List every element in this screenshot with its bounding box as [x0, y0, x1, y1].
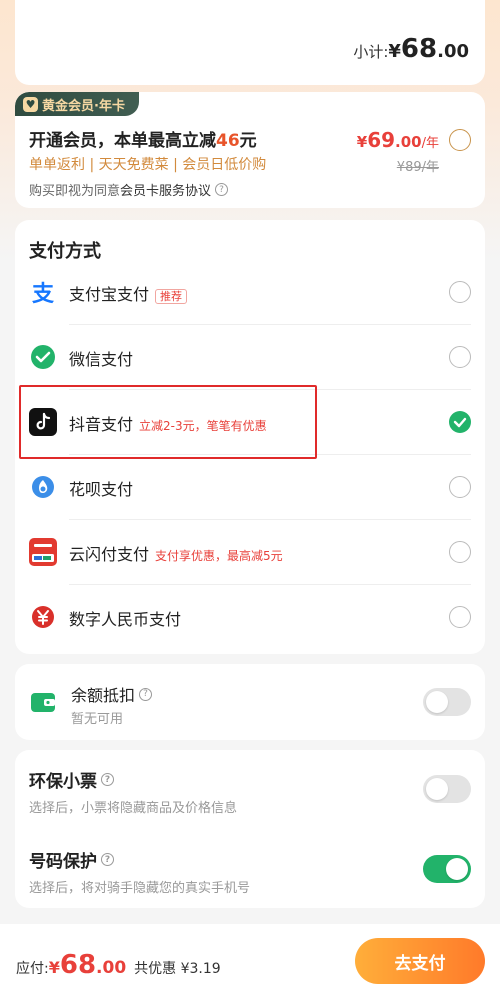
payment-option-digital-rmb[interactable]: 数字人民币支付: [15, 585, 485, 650]
agreement-prefix: 购买即视为同意: [29, 184, 121, 199]
payment-option-label: 花呗支付: [69, 476, 133, 500]
douyin-pay-label: 抖音支付: [69, 415, 134, 434]
membership-tag-label: 黄金会员·年卡: [42, 98, 125, 114]
wechat-pay-icon: [29, 343, 57, 371]
huabei-icon: [29, 473, 57, 501]
agreement-link[interactable]: 会员卡服务协议: [120, 180, 211, 199]
balance-title-row: 余额抵扣 ?: [71, 682, 153, 706]
pay-button[interactable]: 去支付: [355, 938, 485, 984]
membership-price: ¥ 69 .00 /年: [357, 128, 439, 152]
wallet-icon: [29, 688, 57, 716]
total-discount: 共优惠 ¥3.19: [134, 961, 221, 977]
number-protect-toggle[interactable]: [423, 855, 471, 883]
unionpay-quickpass-icon: [29, 538, 57, 566]
amount-due-currency: ¥: [48, 958, 60, 977]
heart-icon: ♥: [23, 96, 38, 112]
toggle-knob: [446, 858, 468, 880]
question-icon[interactable]: ?: [139, 687, 153, 701]
membership-title-prefix: 开通会员，本单最高立减: [29, 131, 216, 151]
balance-title: 余额抵扣: [71, 686, 136, 705]
huabei-radio[interactable]: [449, 476, 471, 498]
eco-receipt-title: 环保小票: [29, 772, 97, 792]
amount-due-label: 应付:: [16, 961, 49, 977]
membership-title-amount: 46: [216, 131, 240, 151]
payment-option-label: 数字人民币支付: [69, 606, 181, 630]
membership-title-suffix: 元: [239, 131, 257, 151]
payment-option-label: 支付宝支付 推荐: [69, 281, 188, 305]
payment-option-unionpay[interactable]: 云闪付支付 支付享优惠，最高减5元: [15, 520, 485, 585]
douyin-pay-radio[interactable]: [449, 411, 471, 433]
digital-rmb-label: 数字人民币支付: [69, 610, 182, 629]
payment-option-label: 微信支付: [69, 346, 133, 370]
payment-option-douyin[interactable]: 抖音支付 立减2-3元，笔笔有优惠: [15, 390, 485, 455]
balance-toggle[interactable]: [423, 688, 471, 716]
wechat-pay-label: 微信支付: [69, 350, 134, 369]
membership-title: 开通会员，本单最高立减46元: [29, 126, 257, 151]
unionpay-label: 云闪付支付: [69, 545, 150, 564]
check-icon: [453, 417, 467, 428]
unionpay-radio[interactable]: [449, 541, 471, 563]
membership-tag: ♥ 黄金会员·年卡: [15, 92, 139, 116]
membership-benefits: 单单返利 | 天天免费菜 | 会员日低价购: [29, 157, 267, 173]
payment-option-alipay[interactable]: 支 支付宝支付 推荐: [15, 260, 485, 325]
amount-due-decimal: .00: [96, 958, 127, 978]
membership-price-decimal: .00: [395, 133, 422, 151]
membership-original-price: ¥89/年: [396, 160, 439, 175]
balance-desc: 暂无可用: [71, 712, 124, 727]
payment-option-label: 云闪付支付 支付享优惠，最高减5元: [69, 541, 283, 565]
digital-rmb-radio[interactable]: [449, 606, 471, 628]
number-protect-title: 号码保护: [29, 852, 97, 872]
membership-agreement: 购买即视为同意 会员卡服务协议 ?: [29, 180, 229, 199]
subtotal-card: 小计: ¥ 68 .00: [15, 0, 485, 85]
toggle-knob: [426, 778, 448, 800]
eco-receipt-desc: 选择后，小票将隐藏商品及价格信息: [29, 801, 238, 816]
svg-text:支: 支: [32, 282, 55, 305]
subtotal-integer: 68: [400, 34, 438, 64]
digital-rmb-icon: [29, 603, 57, 631]
unionpay-promo: 支付享优惠，最高减5元: [155, 549, 283, 563]
subtotal: 小计: ¥ 68 .00: [353, 34, 469, 64]
membership-price-currency: ¥: [356, 133, 368, 151]
wechat-pay-radio[interactable]: [449, 346, 471, 368]
checkout-footer: 应付: ¥ 68 .00 共优惠 ¥3.19 去支付: [0, 924, 500, 997]
alipay-radio[interactable]: [449, 281, 471, 303]
balance-card: 余额抵扣 ? 暂无可用: [15, 664, 485, 740]
eco-receipt-title-row: 环保小票 ?: [29, 767, 114, 792]
membership-card[interactable]: ♥ 黄金会员·年卡 开通会员，本单最高立减46元 单单返利 | 天天免费菜 | …: [15, 92, 485, 208]
recommend-badge: 推荐: [155, 289, 188, 304]
options-card: 环保小票 ? 选择后，小票将隐藏商品及价格信息 号码保护 ? 选择后，将对骑手隐…: [15, 750, 485, 908]
question-icon[interactable]: ?: [101, 853, 114, 866]
payment-option-wechat[interactable]: 微信支付: [15, 325, 485, 390]
amount-due: 应付: ¥ 68 .00 共优惠 ¥3.19: [16, 950, 221, 980]
toggle-knob: [426, 691, 448, 713]
payment-option-label: 抖音支付 立减2-3元，笔笔有优惠: [69, 411, 267, 435]
membership-radio[interactable]: [449, 129, 471, 151]
amount-due-integer: 68: [59, 950, 97, 980]
subtotal-label: 小计:: [353, 43, 389, 61]
number-protect-title-row: 号码保护 ?: [29, 847, 114, 872]
question-icon[interactable]: ?: [101, 773, 114, 786]
alipay-icon: 支: [29, 278, 57, 306]
question-icon[interactable]: ?: [215, 183, 229, 196]
subtotal-currency: ¥: [388, 41, 401, 62]
payment-methods-card: 支付方式 支 支付宝支付 推荐 微信支付 抖音支付 立减2-3元，笔笔有优惠 花…: [15, 220, 485, 654]
number-protect-desc: 选择后，将对骑手隐藏您的真实手机号: [29, 881, 251, 896]
douyin-pay-promo: 立减2-3元，笔笔有优惠: [139, 419, 267, 433]
membership-price-unit: /年: [421, 136, 439, 151]
eco-receipt-toggle[interactable]: [423, 775, 471, 803]
douyin-pay-icon: [29, 408, 57, 436]
alipay-label: 支付宝支付: [69, 285, 150, 304]
huabei-label: 花呗支付: [69, 480, 134, 499]
payment-option-huabei[interactable]: 花呗支付: [15, 455, 485, 520]
membership-price-integer: 69: [367, 128, 396, 152]
subtotal-decimal: .00: [437, 41, 469, 62]
